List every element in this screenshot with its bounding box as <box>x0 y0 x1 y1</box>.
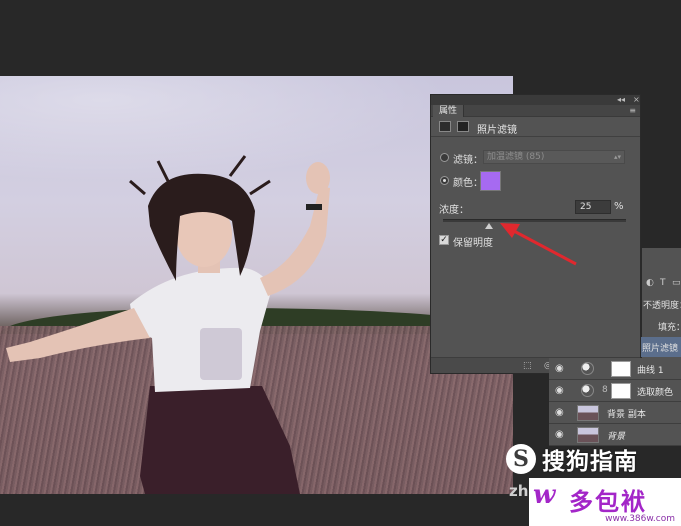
chain-link-icon[interactable]: 8 <box>602 385 608 395</box>
layer-filter-icon[interactable]: ◐ <box>646 278 654 288</box>
filter-radio[interactable] <box>440 153 449 162</box>
layer-mask-thumbnail[interactable] <box>611 361 631 377</box>
preserve-checkbox[interactable]: ✓ <box>439 235 449 245</box>
tab-properties[interactable]: 属性 <box>433 105 465 117</box>
density-value: 25 <box>580 202 592 212</box>
adjustment-icon <box>439 121 451 132</box>
color-swatch[interactable] <box>480 171 501 191</box>
fill-label: 填充： <box>658 323 681 333</box>
selected-layer-name: 照片滤镜 <box>642 344 679 354</box>
color-label: 颜色： <box>453 178 483 189</box>
eye-icon[interactable]: ◉ <box>555 385 564 396</box>
layer-row[interactable]: ◉ 背景 副本 <box>549 402 681 424</box>
density-input[interactable]: 25 <box>575 200 611 214</box>
site-logo: w <box>533 480 556 510</box>
layer-row[interactable]: ◉ 8 选取颜色 <box>549 380 681 402</box>
panel-menu-icon[interactable]: ≡ <box>629 105 636 117</box>
text-layer-icon[interactable]: T <box>660 278 666 288</box>
eye-icon[interactable]: ◉ <box>555 429 564 440</box>
eye-icon[interactable]: ◉ <box>555 363 564 374</box>
site-watermark: w 多包袱 www.386w.com <box>529 478 681 526</box>
shape-layer-icon[interactable]: ▭ <box>672 278 681 288</box>
site-url: www.386w.com <box>605 514 675 524</box>
sogou-text: 搜狗指南 <box>542 449 638 475</box>
density-label: 浓度： <box>439 205 469 216</box>
annotation-arrow <box>500 223 577 266</box>
filter-value: 加温滤镜 (85) <box>487 152 545 162</box>
panel-title-bar: ◂◂ × <box>431 95 640 105</box>
panel-tab-row: 属性 ≡ <box>431 105 640 117</box>
preserve-label: 保留明度 <box>453 238 493 249</box>
chevron-updown-icon: ▴▾ <box>613 153 621 161</box>
density-unit: % <box>614 201 624 212</box>
mask-icon[interactable] <box>457 121 469 132</box>
clip-to-layer-icon[interactable]: ⬚ <box>523 361 532 371</box>
adjustment-title: 照片滤镜 <box>477 125 517 136</box>
layer-name: 背景 副本 <box>607 410 646 420</box>
sogou-logo: S <box>506 444 536 474</box>
opacity-label: 不透明度： <box>643 301 681 311</box>
layer-row[interactable]: ◉ 曲线 1 <box>549 358 681 380</box>
collapse-icon[interactable]: ◂◂ <box>617 95 625 105</box>
layer-name: 曲线 1 <box>637 366 664 376</box>
panel-header: 照片滤镜 <box>431 117 640 137</box>
filter-select[interactable]: 加温滤镜 (85) ▴▾ <box>483 150 625 164</box>
layer-name: 选取颜色 <box>637 388 674 398</box>
eye-icon[interactable]: ◉ <box>555 407 564 418</box>
color-radio[interactable] <box>440 176 449 185</box>
layer-name: 背景 <box>607 432 626 442</box>
layer-thumbnail[interactable] <box>577 405 599 421</box>
adjustment-layer-icon <box>581 384 594 397</box>
sogou-watermark: S 搜狗指南 <box>506 442 638 476</box>
layer-thumbnail[interactable] <box>577 427 599 443</box>
site-name: 多包袱 <box>569 487 647 516</box>
filter-label: 滤镜： <box>453 155 483 166</box>
layer-mask-thumbnail[interactable] <box>611 383 631 399</box>
close-icon[interactable]: × <box>633 95 640 105</box>
adjustment-layer-icon <box>581 362 594 375</box>
